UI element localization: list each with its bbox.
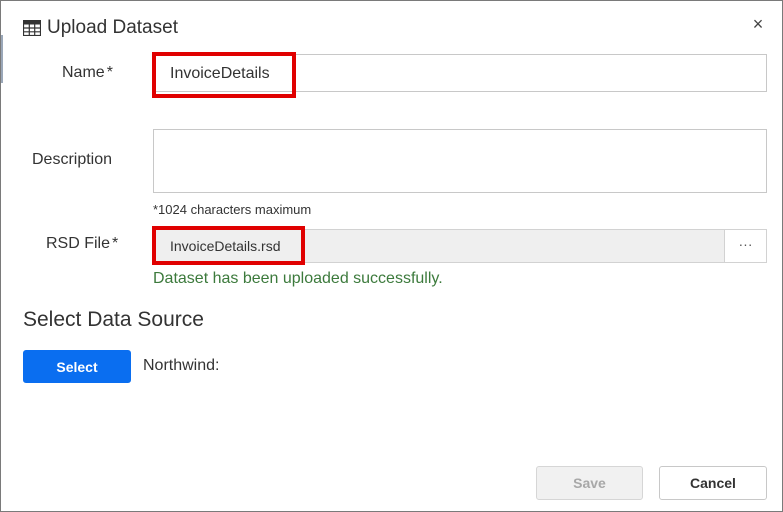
required-marker: * (112, 235, 119, 252)
close-icon[interactable]: × (749, 15, 767, 33)
description-hint: *1024 characters maximum (153, 202, 312, 217)
upload-success-message: Dataset has been uploaded successfully. (153, 270, 443, 287)
dialog-edge (1, 35, 3, 83)
name-highlight-box (152, 52, 296, 98)
rsd-file-highlight-box (152, 226, 305, 265)
name-label: Name * (62, 64, 113, 82)
rsd-file-label: RSD File * (46, 235, 118, 253)
select-data-source-button[interactable]: Select (23, 350, 131, 383)
required-marker: * (106, 64, 113, 81)
rsd-file-label-text: RSD File (46, 235, 111, 252)
description-field[interactable] (153, 129, 767, 193)
table-icon (22, 19, 42, 37)
data-source-heading: Select Data Source (23, 308, 204, 331)
save-button[interactable]: Save (536, 466, 643, 500)
dialog-title: Upload Dataset (47, 17, 178, 38)
upload-dataset-dialog: Upload Dataset × Name * InvoiceDetails De… (0, 0, 783, 512)
browse-button[interactable]: ··· (724, 229, 767, 263)
selected-data-source: Northwind: (143, 357, 220, 374)
description-label: Description (32, 151, 113, 168)
name-label-text: Name (62, 64, 105, 81)
cancel-button[interactable]: Cancel (659, 466, 767, 500)
